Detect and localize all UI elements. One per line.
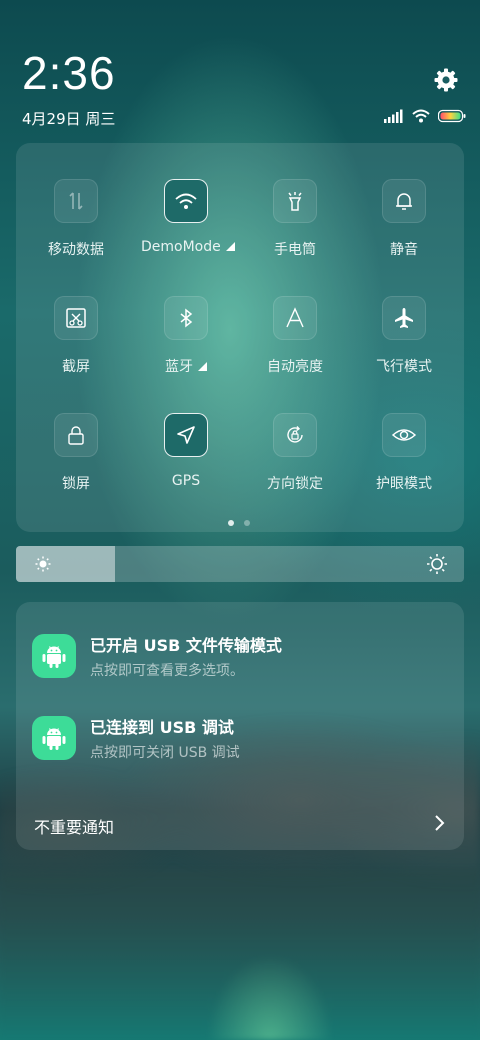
location-icon (164, 413, 208, 457)
brightness-fill (16, 546, 115, 582)
bluetooth-icon (164, 296, 208, 340)
rotation-lock-icon (273, 413, 317, 457)
wifi-icon (164, 179, 208, 223)
notification-usb-debugging[interactable]: 已连接到 USB 调试 点按即可关闭 USB 调试 (32, 714, 452, 764)
status-icons (384, 108, 466, 126)
quick-settings-panel: 移动数据 DemoMode 手电筒 静音 截屏 蓝牙 自动亮度 飞行模式 锁屏 … (16, 143, 464, 532)
notification-title: 已开启 USB 文件传输模式 (90, 636, 282, 655)
tile-label: 静音 (390, 242, 418, 258)
android-icon (32, 634, 76, 678)
flashlight-icon (273, 179, 317, 223)
tile-bluetooth[interactable]: 蓝牙 (141, 296, 231, 376)
tile-label: 护眼模式 (376, 476, 432, 492)
mobile-data-icon (54, 179, 98, 223)
clock: 2:36 (22, 47, 116, 99)
expand-triangle-icon (225, 242, 235, 251)
brightness-high-icon (426, 553, 448, 579)
tile-lock-screen[interactable]: 锁屏 (31, 413, 121, 493)
tile-silent[interactable]: 静音 (359, 179, 449, 259)
signal-icon (384, 108, 404, 127)
tile-label-text: 蓝牙 (165, 359, 193, 375)
page-dot-active (228, 520, 234, 526)
tile-label-text: DemoMode (141, 239, 221, 255)
notification-usb-transfer[interactable]: 已开启 USB 文件传输模式 点按即可查看更多选项。 (32, 632, 452, 682)
eye-icon (382, 413, 426, 457)
tile-eye-comfort[interactable]: 护眼模式 (359, 413, 449, 493)
tile-label: 移动数据 (48, 242, 104, 258)
page-dot (244, 520, 250, 526)
tile-airplane[interactable]: 飞行模式 (359, 296, 449, 376)
android-icon (32, 716, 76, 760)
tile-label: 锁屏 (62, 476, 90, 492)
airplane-icon (382, 296, 426, 340)
battery-icon (437, 108, 466, 127)
tile-label: 自动亮度 (267, 359, 323, 375)
tile-auto-brightness[interactable]: 自动亮度 (250, 296, 340, 376)
tile-label: 方向锁定 (267, 476, 323, 492)
brightness-slider[interactable] (16, 546, 464, 582)
chevron-right-icon[interactable] (432, 812, 446, 838)
notification-title: 已连接到 USB 调试 (90, 718, 234, 737)
tile-wifi[interactable]: DemoMode (141, 179, 235, 255)
tile-rotation-lock[interactable]: 方向锁定 (250, 413, 340, 493)
lock-icon (54, 413, 98, 457)
page-indicator (228, 520, 250, 526)
brightness-low-icon (34, 555, 52, 577)
tile-screenshot[interactable]: 截屏 (31, 296, 121, 376)
tile-label: 手电筒 (274, 242, 316, 258)
screenshot-icon (54, 296, 98, 340)
tile-label: GPS (171, 473, 201, 489)
bell-icon (382, 179, 426, 223)
date: 4月29日 周三 (22, 110, 116, 128)
notification-text: 点按即可查看更多选项。 (90, 663, 244, 679)
tile-mobile-data[interactable]: 移动数据 (31, 179, 121, 259)
tile-label: 飞行模式 (376, 359, 432, 375)
notification-panel: 已开启 USB 文件传输模式 点按即可查看更多选项。 已连接到 USB 调试 点… (16, 602, 464, 850)
tile-label: DemoMode (141, 239, 235, 255)
tile-flashlight[interactable]: 手电筒 (250, 179, 340, 259)
wifi-status-icon (412, 108, 430, 127)
tile-label: 蓝牙 (141, 356, 231, 376)
tile-label: 截屏 (62, 359, 90, 375)
auto-brightness-icon (273, 296, 317, 340)
expand-triangle-icon (198, 362, 207, 371)
settings-gear-icon[interactable] (432, 66, 460, 94)
notification-text: 点按即可关闭 USB 调试 (90, 745, 240, 761)
wallpaper-reflection (0, 870, 480, 1040)
tile-gps[interactable]: GPS (141, 413, 231, 489)
unimportant-notifications-link[interactable]: 不重要通知 (34, 814, 114, 838)
